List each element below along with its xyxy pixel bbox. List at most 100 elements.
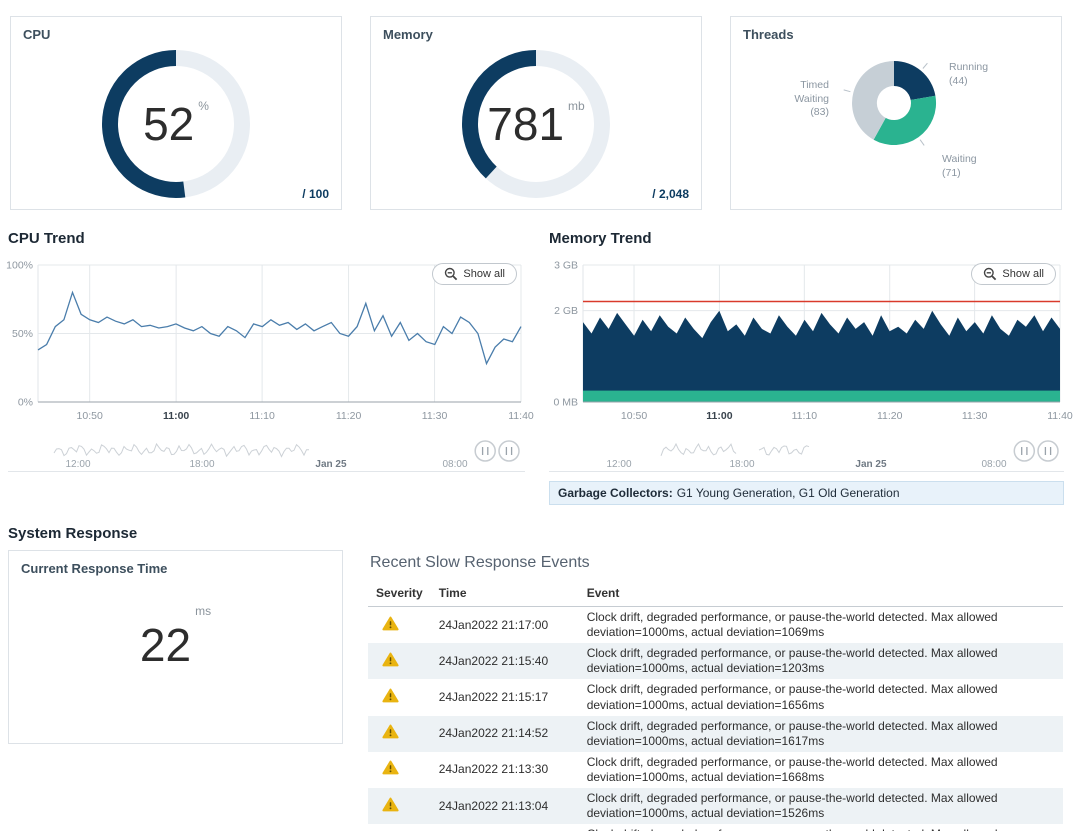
timeline-tick-label: Jan 25 — [315, 459, 347, 470]
severity-cell — [368, 824, 431, 831]
memory-trend-title: Memory Trend — [549, 230, 652, 247]
cpu-value-unit: % — [198, 99, 209, 113]
x-tick-label: 11:40 — [1047, 410, 1073, 422]
cpu-show-all-label: Show all — [463, 268, 505, 280]
y-tick-label: 0 MB — [553, 397, 578, 409]
non-heap-area — [583, 390, 1060, 402]
trends-row: CPU Trend 10:50 11:00 11:10 11:20 11:30 11:40… — [0, 210, 1090, 505]
gc-label: Garbage Collectors: — [558, 486, 673, 500]
event-cell: Clock drift, degraded performance, or pa… — [586, 610, 998, 640]
timeline-handle[interactable] — [1037, 440, 1059, 462]
timeline-tick-label: Jan 25 — [855, 459, 887, 470]
legend-timed-waiting-count: (83) — [810, 106, 829, 119]
y-tick-label: 0% — [18, 397, 33, 409]
x-tick-label: 11:00 — [706, 410, 732, 422]
timeline-tick-label: 12:00 — [606, 459, 631, 470]
timeline-tick-label: 18:00 — [729, 459, 754, 470]
event-cell: Clock drift, degraded performance, or pa… — [586, 718, 998, 748]
timeline-handle-circle[interactable] — [1037, 440, 1059, 462]
legend-waiting: Waiting (71) — [942, 153, 977, 180]
legend-timed-waiting-name: Timed Waiting — [794, 79, 829, 105]
cpu-trend-title: CPU Trend — [8, 230, 85, 247]
memory-card: Memory 781 mb / 2,048 — [370, 16, 702, 210]
warning-icon — [382, 761, 399, 775]
response-time-card: Current Response Time 22 ms — [8, 550, 343, 744]
gc-info-bar: Garbage Collectors: G1 Young Generation, … — [549, 481, 1064, 505]
timeline-preview-line — [660, 442, 737, 456]
legend-waiting-name: Waiting — [942, 153, 977, 165]
response-time-value-wrap: 22 ms — [9, 604, 342, 671]
warning-icon — [382, 652, 399, 667]
event-row[interactable]: 24Jan2022 21:13:04 Clock drift, degraded … — [368, 788, 1063, 825]
timeline-tick-label: 12:00 — [65, 459, 90, 470]
timeline-handle[interactable] — [498, 440, 520, 462]
memory-card-title: Memory — [383, 27, 433, 42]
time-cell: 24Jan2022 21:15:40 — [438, 653, 549, 668]
x-tick-label: 11:10 — [792, 410, 818, 422]
warning-icon — [382, 797, 399, 812]
timeline-preview-line — [53, 442, 309, 458]
timeline-handle-circle[interactable] — [474, 440, 496, 462]
pie-leader-line — [843, 89, 851, 93]
x-tick-label: 11:00 — [163, 410, 189, 422]
memory-show-all-button[interactable]: Show all — [971, 263, 1056, 285]
time-cell: 24Jan2022 21:13:04 — [438, 798, 549, 813]
events-table: Severity Time Event 24Jan2022 21:17:00 Cl… — [368, 582, 1063, 831]
response-time-card-title: Current Response Time — [21, 561, 168, 576]
pie-leader-line — [919, 139, 925, 146]
y-tick-label: 50% — [12, 328, 33, 340]
timeline-handle[interactable] — [1013, 440, 1036, 462]
event-row[interactable]: 24Jan2022 21:15:40 Clock drift, degraded … — [368, 643, 1063, 680]
event-row[interactable]: 24Jan2022 21:13:30 Clock drift, degraded … — [368, 752, 1063, 788]
timeline-tick-label: 18:00 — [189, 459, 214, 470]
warning-icon — [382, 616, 399, 630]
x-tick-label: 10:50 — [621, 410, 647, 422]
cpu-card-title: CPU — [23, 27, 51, 42]
memory-timeline-scrubber[interactable]: 12:00 18:00 Jan 25 08:00 — [549, 437, 1064, 473]
timeline-handle-circle[interactable] — [1013, 440, 1036, 462]
memory-trend-section: Memory Trend 10:50 11:00 11:10 11:20 11:30 11… — [549, 230, 1073, 505]
cpu-gauge: 52 % — [91, 46, 261, 202]
event-row[interactable]: 24Jan2022 21:14:52 Clock drift, degraded … — [368, 715, 1063, 752]
zoom-out-icon — [984, 267, 997, 281]
cpu-timeline-scrubber[interactable]: 12:00 18:00 Jan 25 08:00 — [8, 437, 525, 473]
x-tick-label: 10:50 — [77, 410, 103, 422]
event-cell: Clock drift, degraded performance, or pa… — [586, 646, 998, 676]
warning-icon — [382, 688, 399, 703]
event-row[interactable]: 24Jan2022 21:12:43Clock drift, degraded … — [368, 824, 1063, 831]
system-response-row: Current Response Time 22 ms Recent Slow … — [0, 550, 1090, 831]
col-severity: Severity — [368, 582, 431, 607]
memory-gauge: 781 mb — [451, 46, 621, 202]
timeline-handle-circle[interactable] — [498, 440, 520, 462]
x-tick-label: 11:40 — [508, 410, 534, 422]
col-event: Event — [578, 582, 1063, 607]
timeline-tick-label: 08:00 — [442, 459, 467, 470]
memory-gauge-value: 781 mb — [451, 46, 621, 202]
time-cell: 24Jan2022 21:17:00 — [438, 617, 549, 632]
metric-cards-row: CPU 52 % / 100 Memory 781 mb / 2,048 Thr… — [0, 0, 1090, 210]
heap-used-area — [583, 310, 1060, 402]
x-tick-label: 11:30 — [962, 410, 988, 422]
warning-icon — [382, 724, 399, 739]
event-row[interactable]: 24Jan2022 21:17:00 Clock drift, degraded … — [368, 607, 1063, 644]
jvm-dashboard: CPU 52 % / 100 Memory 781 mb / 2,048 Thr… — [0, 0, 1090, 831]
events-title: Recent Slow Response Events — [370, 554, 590, 571]
gc-value: G1 Young Generation, G1 Old Generation — [676, 486, 900, 500]
event-cell: Clock drift, degraded performance, or pa… — [579, 824, 1063, 831]
timeline-handle[interactable] — [474, 440, 496, 462]
cpu-show-all-button[interactable]: Show all — [432, 263, 517, 285]
y-tick-label: 2 GB — [554, 305, 578, 317]
severity-cell — [368, 607, 431, 644]
memory-show-all-label: Show all — [1002, 268, 1044, 280]
pie-slice-running — [894, 60, 936, 100]
response-time-value: 22 — [139, 619, 192, 671]
time-cell: 24Jan2022 21:15:17 — [438, 689, 549, 704]
event-cell: Clock drift, degraded performance, or pa… — [586, 754, 998, 784]
severity-cell — [368, 679, 431, 715]
cpu-value: 52 — [143, 98, 195, 150]
cpu-usage-line — [37, 290, 522, 366]
legend-running: Running (44) — [949, 61, 988, 88]
response-time-unit: ms — [195, 604, 212, 618]
event-row[interactable]: 24Jan2022 21:15:17 Clock drift, degraded … — [368, 679, 1063, 715]
timeline-preview-line — [758, 445, 810, 456]
